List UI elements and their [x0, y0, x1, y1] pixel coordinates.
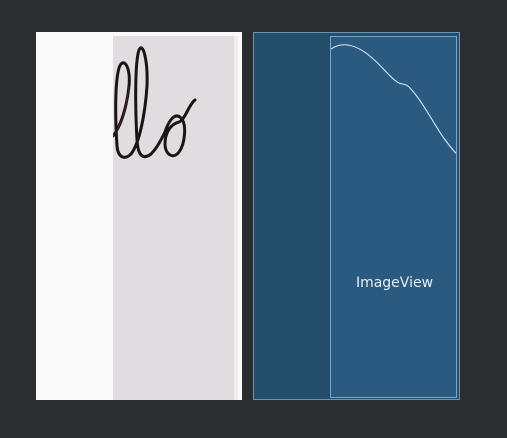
component-label: ImageView [355, 275, 434, 291]
handwriting-image-icon [113, 46, 197, 159]
image-view-blueprint[interactable]: ImageView [330, 36, 457, 398]
image-outline-curve-icon [331, 44, 456, 154]
blueprint-preview[interactable]: ImageView [253, 32, 460, 400]
layout-editor-canvas: ImageView [0, 0, 507, 438]
image-view-design[interactable] [113, 36, 238, 400]
design-preview[interactable] [36, 32, 242, 400]
blueprint-strip [254, 33, 330, 399]
image-edge [234, 36, 238, 400]
